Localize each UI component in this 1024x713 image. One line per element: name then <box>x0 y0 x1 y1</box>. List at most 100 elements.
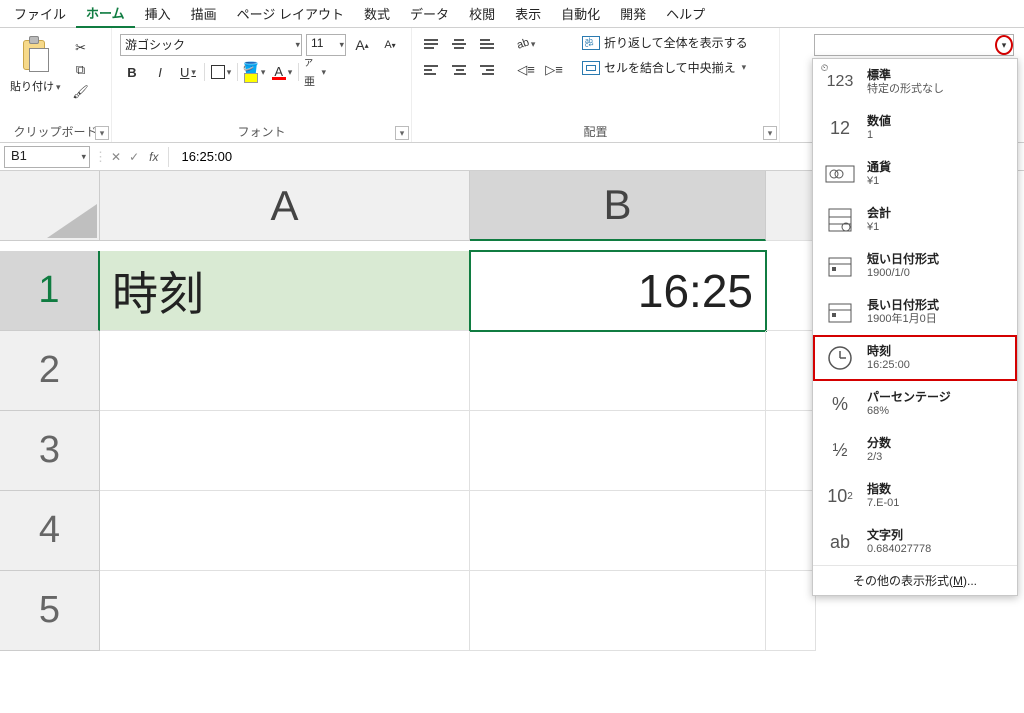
align-top-icon <box>424 37 440 51</box>
menu-automate[interactable]: 自動化 <box>551 0 610 27</box>
menu-view[interactable]: 表示 <box>505 0 551 27</box>
increase-indent-button[interactable]: ▷≡ <box>542 60 566 80</box>
border-button[interactable] <box>209 62 233 82</box>
name-box[interactable]: B1 <box>4 146 90 168</box>
menu-draw[interactable]: 描画 <box>181 0 227 27</box>
menu-file[interactable]: ファイル <box>4 0 76 27</box>
column-header-c[interactable] <box>766 171 816 241</box>
font-color-icon: A <box>272 64 286 80</box>
bold-button[interactable]: B <box>120 62 144 82</box>
column-header-a[interactable]: A <box>100 171 470 241</box>
number-format-item-2[interactable]: 通貨¥1 <box>813 151 1017 197</box>
number-format-dropdown-button[interactable]: ▾ <box>995 35 1013 55</box>
column-header-b[interactable]: B <box>470 171 766 241</box>
cell-c3[interactable] <box>766 411 816 491</box>
menu-bar: ファイル ホーム 挿入 描画 ページ レイアウト 数式 データ 校閲 表示 自動… <box>0 0 1024 28</box>
cell-a3[interactable] <box>100 411 470 491</box>
number-format-item-5[interactable]: 長い日付形式1900年1月0日 <box>813 289 1017 335</box>
number-format-item-10[interactable]: ab文字列0.684027778 <box>813 519 1017 565</box>
copy-button[interactable]: ⧉ <box>69 60 93 80</box>
menu-help[interactable]: ヘルプ <box>656 0 715 27</box>
cell-a4[interactable] <box>100 491 470 571</box>
clipboard-dialog-launcher[interactable]: ▾ <box>95 126 109 140</box>
orientation-button[interactable]: ab <box>514 34 538 54</box>
number-format-more[interactable]: その他の表示形式(M)... <box>813 565 1017 595</box>
cell-b4[interactable] <box>470 491 766 571</box>
number-format-menu: 123⏲標準特定の形式なし12数値1通貨¥1会計 ¥1短い日付形式1900/1/… <box>812 58 1018 596</box>
cell-c2[interactable] <box>766 331 816 411</box>
cut-button[interactable]: ✂ <box>69 38 93 58</box>
menu-home[interactable]: ホーム <box>76 0 135 28</box>
number-format-item-8[interactable]: ½分数 2/3 <box>813 427 1017 473</box>
number-format-item-9[interactable]: 102指数7.E-01 <box>813 473 1017 519</box>
cell-a1[interactable]: 時刻 <box>100 251 470 331</box>
format-painter-button[interactable]: 🖌 <box>69 82 93 102</box>
wrap-text-button[interactable]: ab c↵ 折り返して全体を表示する <box>582 34 748 51</box>
increase-font-button[interactable]: A▴ <box>350 35 374 55</box>
number-format-item-title: 数値 <box>867 114 891 128</box>
align-top-button[interactable] <box>420 34 444 54</box>
fill-color-button[interactable]: 🪣 <box>242 62 266 82</box>
cell-b1[interactable]: 16:25 <box>470 251 766 331</box>
orientation-icon: ab <box>515 36 531 51</box>
menu-insert[interactable]: 挿入 <box>135 0 181 27</box>
cell-c4[interactable] <box>766 491 816 571</box>
font-group-label: フォント <box>120 123 403 140</box>
align-right-icon <box>480 63 496 77</box>
phonetic-icon: ア亜 <box>304 55 319 90</box>
cell-b3[interactable] <box>470 411 766 491</box>
cell-b5[interactable] <box>470 571 766 651</box>
cell-a2[interactable] <box>100 331 470 411</box>
italic-button[interactable]: I <box>148 62 172 82</box>
row-header-1[interactable]: 1 <box>0 251 100 331</box>
menu-formulas[interactable]: 数式 <box>354 0 400 27</box>
align-bottom-button[interactable] <box>476 34 500 54</box>
select-all-corner[interactable] <box>0 171 100 241</box>
number-format-item-sample: ¥1 <box>867 175 891 188</box>
row-header-3[interactable]: 3 <box>0 411 100 491</box>
decrease-font-button[interactable]: A▾ <box>378 35 402 55</box>
number-format-item-title: 標準 <box>867 68 944 82</box>
outdent-icon: ◁≡ <box>517 62 535 78</box>
menu-review[interactable]: 校閲 <box>459 0 505 27</box>
align-left-button[interactable] <box>420 60 444 80</box>
paste-label: 貼り付け <box>10 78 61 94</box>
cell-c1[interactable] <box>766 251 816 331</box>
number-format-item-4[interactable]: 短い日付形式1900/1/0 <box>813 243 1017 289</box>
number-format-item-0[interactable]: 123⏲標準特定の形式なし <box>813 59 1017 105</box>
underline-button[interactable]: U <box>176 62 200 82</box>
menu-developer[interactable]: 開発 <box>610 0 656 27</box>
align-right-button[interactable] <box>476 60 500 80</box>
number-format-item-3[interactable]: 会計 ¥1 <box>813 197 1017 243</box>
number-format-item-1[interactable]: 12数値1 <box>813 105 1017 151</box>
row-header-4[interactable]: 4 <box>0 491 100 571</box>
font-color-button[interactable]: A <box>270 62 294 82</box>
align-middle-button[interactable] <box>448 34 472 54</box>
cell-c5[interactable] <box>766 571 816 651</box>
align-center-button[interactable] <box>448 60 472 80</box>
number-format-item-title: 短い日付形式 <box>867 252 939 266</box>
cell-b2[interactable] <box>470 331 766 411</box>
copy-icon: ⧉ <box>76 62 85 78</box>
enter-formula-button[interactable]: ✓ <box>125 150 143 164</box>
row-header-2[interactable]: 2 <box>0 331 100 411</box>
paste-button[interactable]: 貼り付け <box>8 34 63 96</box>
number-format-combo[interactable]: ▾ <box>814 34 1014 56</box>
number-format-item-7[interactable]: %パーセンテージ68% <box>813 381 1017 427</box>
number-format-item-icon: 123⏲ <box>823 67 857 97</box>
cancel-formula-button[interactable]: ✕ <box>107 150 125 164</box>
number-format-item-sample: 1900年1月0日 <box>867 313 939 326</box>
row-header-5[interactable]: 5 <box>0 571 100 651</box>
insert-function-button[interactable]: fx <box>143 150 164 164</box>
phonetic-button[interactable]: ア亜 <box>303 62 327 82</box>
alignment-dialog-launcher[interactable]: ▾ <box>763 126 777 140</box>
menu-data[interactable]: データ <box>400 0 459 27</box>
decrease-indent-button[interactable]: ◁≡ <box>514 60 538 80</box>
number-format-item-6[interactable]: 時刻16:25:00 <box>813 335 1017 381</box>
font-name-combo[interactable]: 游ゴシック <box>120 34 302 56</box>
font-dialog-launcher[interactable]: ▾ <box>395 126 409 140</box>
cell-a5[interactable] <box>100 571 470 651</box>
merge-center-button[interactable]: セルを結合して中央揃え <box>582 59 748 76</box>
number-format-item-title: 長い日付形式 <box>867 298 939 312</box>
menu-pagelayout[interactable]: ページ レイアウト <box>227 0 354 27</box>
